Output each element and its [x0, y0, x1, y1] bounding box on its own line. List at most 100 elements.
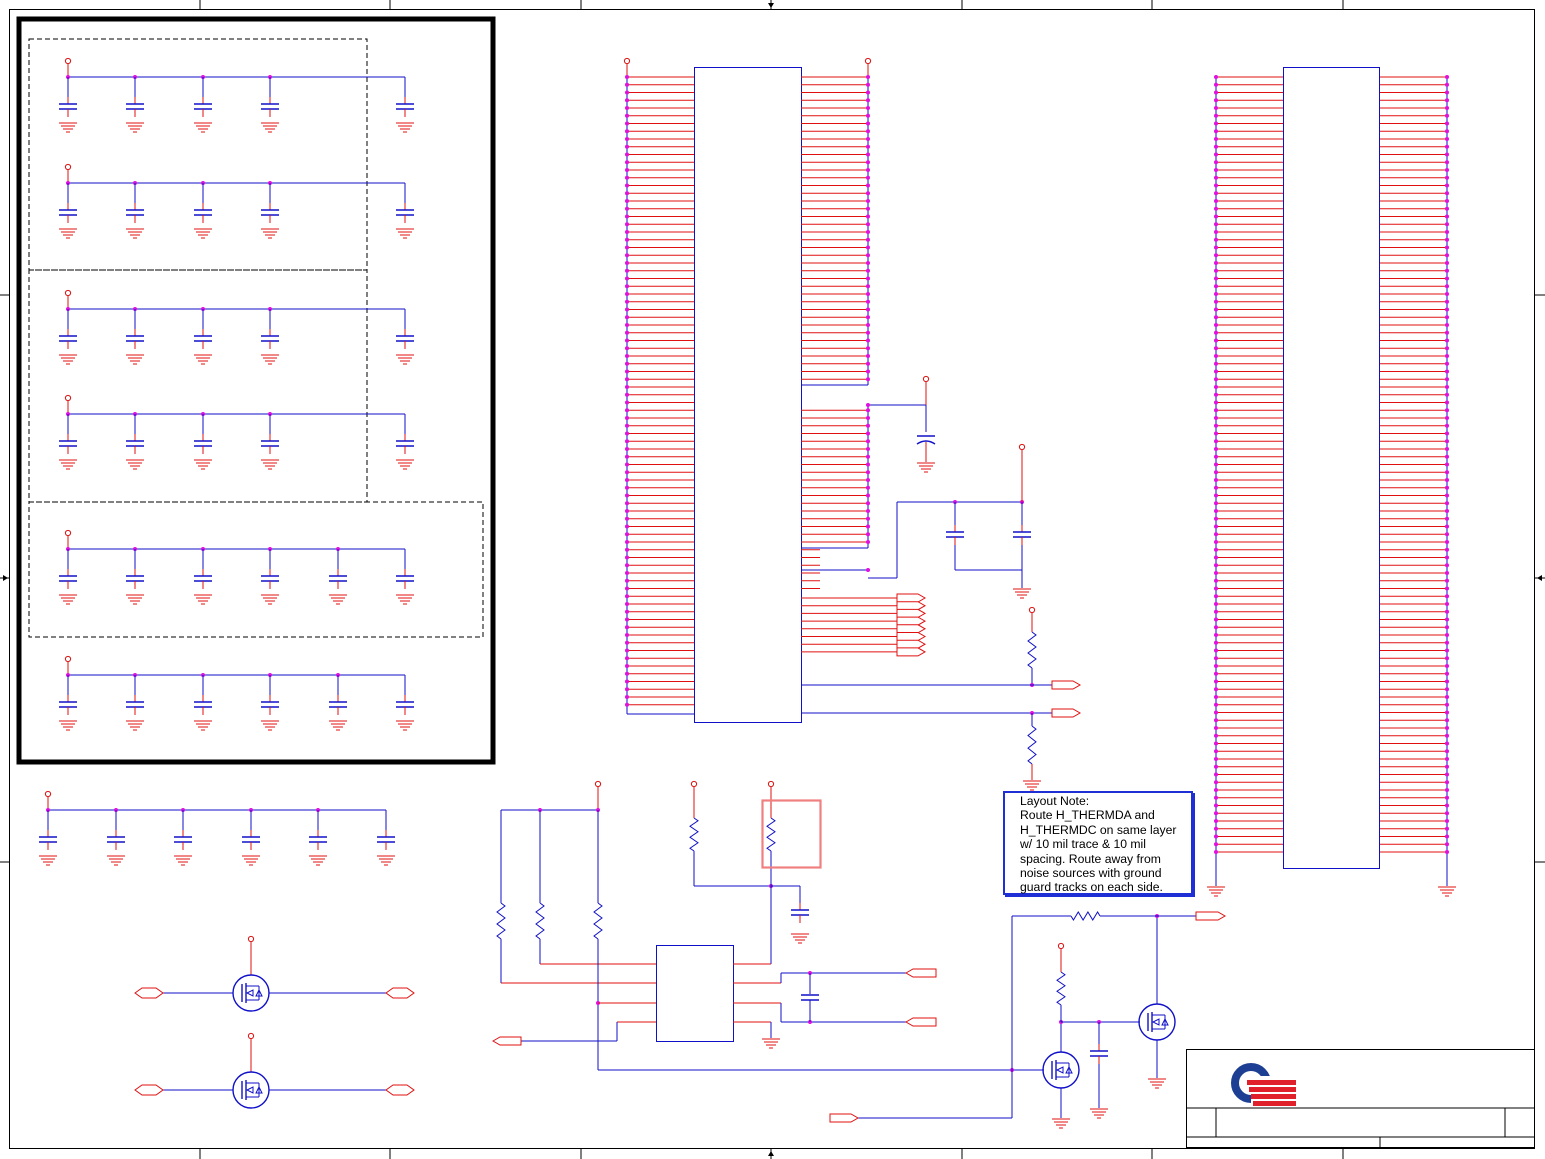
junction-dot: [625, 524, 629, 529]
junction-dot: [1445, 788, 1449, 792]
junction-dot: [1445, 470, 1449, 475]
junction-dot: [1445, 253, 1449, 258]
junction-dot: [1214, 268, 1218, 273]
junction-dot: [1445, 687, 1449, 692]
junction-dot: [1214, 819, 1218, 823]
junction-dot: [625, 447, 629, 451]
junction-dot: [1214, 640, 1218, 645]
junction-dot: [1214, 454, 1218, 459]
mosfet-icon: [232, 1071, 270, 1109]
junction-dot: [625, 75, 629, 79]
junction-dot: [1445, 586, 1449, 591]
junction-dot: [866, 144, 870, 149]
junction-dot: [1445, 602, 1449, 606]
junction-dot: [1445, 369, 1449, 374]
ground-icon: [261, 354, 279, 365]
logo-stripe: [1249, 1087, 1296, 1092]
junction-dot: [1445, 75, 1449, 79]
junction-dot: [866, 408, 870, 413]
junction-dot: [625, 299, 629, 304]
junction-dot: [866, 330, 870, 335]
resistor-icon: [1056, 971, 1066, 1006]
junction-dot: [1214, 664, 1218, 668]
ground-icon: [1023, 780, 1041, 791]
ground-icon: [396, 720, 414, 731]
junction-dot: [1445, 834, 1449, 839]
junction-dot: [625, 245, 629, 250]
junction-dot: [1445, 664, 1449, 668]
zone-arrow-icon: [3, 575, 8, 581]
junction-dot: [625, 323, 629, 327]
junction-dot: [1445, 416, 1449, 420]
offpage-connector-icon: [896, 608, 927, 618]
junction-dot: [1445, 230, 1449, 234]
junction-dot: [1445, 261, 1449, 265]
junction-dot: [1214, 571, 1218, 575]
junction-dot: [866, 168, 870, 172]
junction-dot: [625, 160, 629, 165]
junction-dot: [1445, 733, 1449, 738]
junction-dot: [866, 113, 870, 118]
junction-dot: [866, 403, 870, 407]
junction-dot: [1445, 757, 1449, 761]
junction-dot: [1214, 175, 1218, 180]
junction-dot: [866, 361, 870, 366]
junction-dot: [1445, 609, 1449, 614]
ground-icon: [261, 459, 279, 470]
power-port-icon: [64, 57, 72, 65]
junction-dot: [1445, 780, 1449, 785]
junction-dot: [625, 462, 629, 467]
junction-dot: [1445, 718, 1449, 723]
junction-dot: [625, 625, 629, 630]
offpage-connector-icon: [829, 1113, 860, 1123]
junction-dot: [625, 617, 629, 622]
junction-dot: [1214, 369, 1218, 374]
junction-dot: [1214, 602, 1218, 606]
cpu-connector-right: [1207, 67, 1456, 897]
junction-dot: [866, 191, 870, 196]
junction-dot: [625, 478, 629, 482]
junction-dot: [625, 532, 629, 537]
ground-icon: [194, 122, 212, 133]
junction-dot: [625, 346, 629, 351]
ground-icon: [194, 720, 212, 731]
junction-dot: [1445, 439, 1449, 444]
junction-dot: [866, 431, 870, 436]
offpage-connector-icon: [904, 1017, 937, 1027]
junction-dot: [1445, 338, 1449, 343]
junction-dot: [866, 276, 870, 281]
ground-icon: [194, 228, 212, 239]
junction-dot: [625, 609, 629, 614]
junction-dot: [625, 307, 629, 312]
logo-stripe: [1247, 1080, 1296, 1085]
ground-icon: [396, 354, 414, 365]
junction-dot: [1445, 850, 1449, 854]
junction-dot: [866, 152, 870, 157]
junction-dot: [1445, 330, 1449, 335]
junction-dot: [866, 183, 870, 188]
resistor-icon: [496, 902, 506, 940]
junction-dot: [1214, 594, 1218, 599]
capacitor-icon: [377, 830, 395, 850]
junction-dot: [1214, 586, 1218, 591]
junction-dot: [1214, 400, 1218, 405]
capacitor-icon: [194, 695, 212, 715]
ground-icon: [396, 122, 414, 133]
junction-dot: [1214, 493, 1218, 498]
junction-dot: [1214, 377, 1218, 382]
capacitor-icon: [261, 203, 279, 223]
junction-dot: [1214, 656, 1218, 661]
capacitor-icon: [329, 569, 347, 589]
mosfet-arrow: [245, 989, 254, 997]
junction-dot: [1445, 82, 1449, 87]
junction-dot: [625, 400, 629, 405]
junction-dot: [625, 268, 629, 273]
junction-dot: [1214, 113, 1218, 118]
ground-icon: [329, 594, 347, 605]
resistor-icon: [689, 817, 699, 852]
junction-dot: [1214, 245, 1218, 250]
junction-dot: [866, 214, 870, 219]
offpage-connector-icon: [896, 616, 927, 626]
junction-dot: [1445, 826, 1449, 831]
junction-dot: [866, 284, 870, 289]
